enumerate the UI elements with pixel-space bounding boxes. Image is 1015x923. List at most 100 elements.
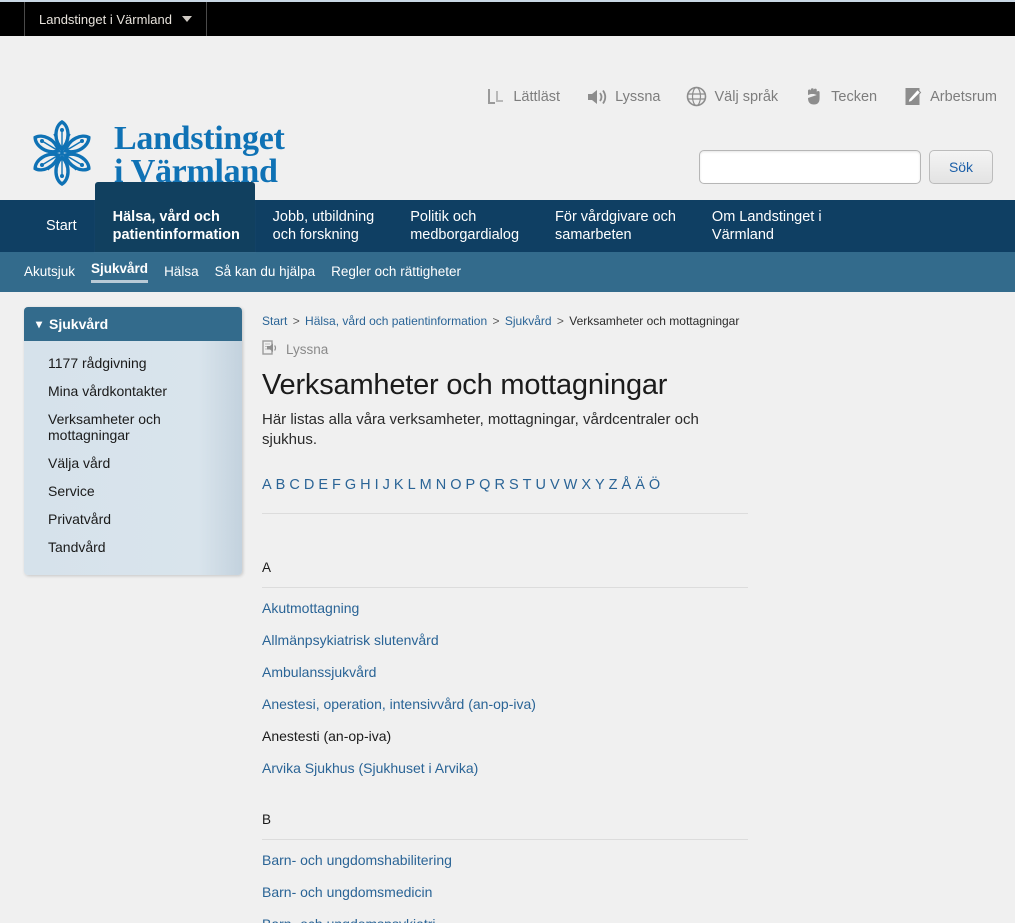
alpha-link-aring[interactable]: Å	[622, 477, 632, 493]
main-navigation: Start Hälsa, vård och patientinformation…	[0, 182, 1015, 252]
alpha-link-w[interactable]: W	[564, 477, 578, 493]
browser-tab-bar: Landstinget i Värmland	[0, 0, 1015, 36]
sidebar-item-service[interactable]: Service	[24, 477, 242, 505]
utility-item-lyssna[interactable]: Lyssna	[586, 87, 660, 107]
sidebar-item-valja-vard[interactable]: Välja vård	[24, 449, 242, 477]
utility-item-tecken[interactable]: Tecken	[804, 86, 877, 107]
letter-group-b: B Barn- och ungdomshabilitering Barn- oc…	[262, 812, 748, 923]
alpha-link-u[interactable]: U	[535, 477, 545, 493]
utility-item-label: Tecken	[831, 88, 878, 105]
page-intro: Här listas alla våra verksamheter, motta…	[262, 411, 699, 449]
logo-wordmark: Landstinget i Värmland	[114, 119, 285, 188]
alpha-link-o[interactable]: O	[450, 477, 461, 493]
alpha-link-adia[interactable]: Ä	[635, 477, 645, 493]
sub-nav-item-halsa[interactable]: Hälsa	[164, 264, 199, 281]
alpha-link-odia[interactable]: Ö	[649, 477, 660, 493]
breadcrumb-item-start[interactable]: Start	[262, 314, 287, 328]
utility-item-lattlast[interactable]: Lättläst	[486, 87, 560, 107]
sub-nav-item-sjukvard[interactable]: Sjukvård	[91, 261, 149, 283]
alpha-link-k[interactable]: K	[394, 477, 404, 493]
sidebar: ▾ Sjukvård 1177 rådgivning Mina vårdkont…	[0, 292, 242, 923]
list-item[interactable]: Arvika Sjukhus (Sjukhuset i Arvika)	[262, 752, 748, 784]
sidebar-item-1177-radgivning[interactable]: 1177 rådgivning	[24, 349, 242, 377]
alpha-link-i[interactable]: I	[375, 477, 379, 493]
sidebar-item-mina-vardkontakter[interactable]: Mina vårdkontakter	[24, 377, 242, 405]
breadcrumb-item-sjukvard[interactable]: Sjukvård	[505, 314, 552, 328]
search-area: Sök	[699, 150, 993, 184]
list-item[interactable]: Barn- och ungdomshabilitering	[262, 844, 748, 876]
alpha-link-t[interactable]: T	[523, 477, 532, 493]
alpha-link-q[interactable]: Q	[479, 477, 490, 493]
browser-tab[interactable]: Landstinget i Värmland	[24, 2, 207, 36]
alpha-link-b[interactable]: B	[276, 477, 286, 493]
nav-item-om-landstinget-varmland[interactable]: Om Landstinget i Värmland	[694, 200, 840, 252]
utility-item-arbetsrum[interactable]: Arbetsrum	[903, 86, 997, 107]
hand-sign-icon	[804, 86, 824, 107]
alpha-link-y[interactable]: Y	[595, 477, 605, 493]
sidebar-menu: 1177 rådgivning Mina vårdkontakter Verks…	[24, 341, 242, 575]
site-header: Lättläst Lyssna Välj språk Tecken Arbets…	[0, 36, 1015, 200]
utility-item-valj-sprak[interactable]: Välj språk	[686, 86, 778, 107]
nav-item-politik-medborgardialog[interactable]: Politik och medborgardialog	[392, 200, 537, 252]
alpha-link-a[interactable]: A	[262, 477, 272, 493]
speaker-icon	[586, 87, 608, 107]
list-item[interactable]: Anestesi, operation, intensivvård (an-op…	[262, 688, 748, 720]
nav-item-halsa-vard-patientinformation[interactable]: Hälsa, vård och patientinformation	[94, 182, 255, 252]
search-input[interactable]	[699, 150, 921, 184]
nav-item-jobb-utbildning-forskning[interactable]: Jobb, utbildning och forskning	[255, 200, 393, 252]
sidebar-item-tandvard[interactable]: Tandvård	[24, 533, 242, 561]
listen-button[interactable]: Lyssna	[262, 340, 1015, 359]
sub-nav-item-sa-kan-du-hjalpa[interactable]: Så kan du hjälpa	[215, 264, 316, 281]
sub-nav-item-regler-och-rattigheter[interactable]: Regler och rättigheter	[331, 264, 461, 281]
alpha-link-s[interactable]: S	[509, 477, 519, 493]
alpha-link-g[interactable]: G	[345, 477, 356, 493]
sub-nav-item-akutsjuk[interactable]: Akutsjuk	[24, 264, 75, 281]
list-item: Anestesti (an-op-iva)	[262, 727, 392, 744]
listen-label: Lyssna	[286, 342, 329, 357]
easy-read-icon	[486, 87, 506, 107]
alpha-link-j[interactable]: J	[383, 477, 390, 493]
sidebar-item-privatvard[interactable]: Privatvård	[24, 505, 242, 533]
sidebar-header-sjukvard[interactable]: ▾ Sjukvård	[24, 307, 242, 341]
alpha-link-e[interactable]: E	[318, 477, 328, 493]
letter-heading: A	[262, 560, 748, 588]
alpha-link-z[interactable]: Z	[609, 477, 618, 493]
alpha-link-p[interactable]: P	[466, 477, 476, 493]
search-button[interactable]: Sök	[929, 150, 993, 184]
sidebar-panel: ▾ Sjukvård 1177 rådgivning Mina vårdkont…	[24, 307, 242, 575]
utility-item-label: Lyssna	[615, 88, 661, 105]
sub-navigation: Akutsjuk Sjukvård Hälsa Så kan du hjälpa…	[0, 252, 1015, 292]
logo-line-1: Landstinget	[114, 119, 285, 157]
letter-heading: B	[262, 812, 748, 840]
sidebar-header-label: Sjukvård	[49, 316, 109, 332]
list-item[interactable]: Akutmottagning	[262, 592, 748, 624]
page-body: ▾ Sjukvård 1177 rådgivning Mina vårdkont…	[0, 292, 1015, 923]
main-content: Start > Hälsa, vård och patientinformati…	[240, 292, 1015, 923]
breadcrumb-separator: >	[492, 314, 500, 328]
sidebar-item-verksamheter-och-mottagningar[interactable]: Verksamheter och mottagningar	[24, 405, 242, 449]
globe-icon	[686, 86, 707, 107]
pencil-note-icon	[903, 86, 923, 107]
list-item[interactable]: Ambulanssjukvård	[262, 656, 748, 688]
breadcrumb-item-halsa-vard-patientinformation[interactable]: Hälsa, vård och patientinformation	[305, 314, 487, 328]
alpha-link-v[interactable]: V	[550, 477, 560, 493]
alpha-link-m[interactable]: M	[420, 477, 432, 493]
utility-item-label: Arbetsrum	[930, 88, 997, 105]
alpha-link-h[interactable]: H	[360, 477, 370, 493]
chevron-down-icon[interactable]	[181, 16, 192, 22]
alpha-link-f[interactable]: F	[332, 477, 341, 493]
list-item[interactable]: Allmänpsykiatrisk slutenvård	[262, 624, 748, 656]
alpha-link-n[interactable]: N	[436, 477, 446, 493]
nav-item-for-vardgivare-samarbeten[interactable]: För vårdgivare och samarbeten	[537, 200, 694, 252]
list-item[interactable]: Barn- och ungdomsmedicin	[262, 876, 748, 908]
nav-item-start[interactable]: Start	[28, 200, 95, 252]
breadcrumb-item-current: Verksamheter och mottagningar	[569, 314, 740, 328]
alpha-link-x[interactable]: X	[581, 477, 591, 493]
utility-item-label: Välj språk	[714, 88, 779, 105]
alpha-link-c[interactable]: C	[289, 477, 299, 493]
alpha-link-l[interactable]: L	[408, 477, 416, 493]
alpha-link-r[interactable]: R	[494, 477, 504, 493]
alpha-link-d[interactable]: D	[304, 477, 314, 493]
list-item[interactable]: Barn- och ungdomspsykiatri	[262, 908, 748, 923]
